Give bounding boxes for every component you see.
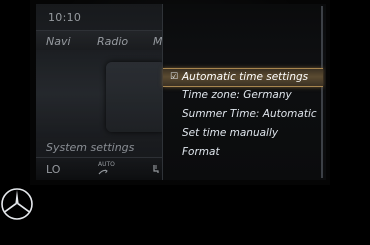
menu-item-label: Automatic time settings	[182, 71, 309, 83]
menu-item-summer-time[interactable]: Summer Time: Automatic	[163, 106, 323, 123]
temperature-left[interactable]: LO	[46, 163, 60, 176]
main-panel-dimmed: 10:10 Navi Radio M System settings LO AU…	[36, 4, 166, 180]
content-card	[106, 62, 166, 132]
menu-item-label: Format	[182, 146, 220, 158]
fan-icon[interactable]	[98, 168, 108, 179]
menu-item-set-time-manually[interactable]: Set time manually	[163, 125, 323, 142]
menu-item-label: Set time manually	[182, 127, 279, 139]
menu-item-automatic-time-settings[interactable]: ☑ Automatic time settings	[163, 68, 323, 87]
infotainment-screen: 10:10 Navi Radio M System settings LO AU…	[36, 4, 326, 180]
clock: 10:10	[48, 11, 82, 24]
seat-heat-icon[interactable]	[152, 164, 160, 177]
section-title: System settings	[46, 141, 135, 154]
nav-item-radio[interactable]: Radio	[97, 35, 128, 48]
climate-mode-label: AUTO	[98, 161, 115, 168]
checkbox-checked-icon[interactable]: ☑	[170, 69, 178, 86]
menu-item-time-zone[interactable]: Time zone: Germany	[163, 87, 323, 104]
nav-item-navi[interactable]: Navi	[46, 35, 71, 48]
time-settings-menu: ☑ Automatic time settings Time zone: Ger…	[162, 4, 326, 180]
menu-item-label: Summer Time: Automatic	[182, 108, 317, 120]
climate-bar: LO AUTO	[36, 157, 162, 180]
menu-item-format[interactable]: Format	[163, 144, 323, 161]
top-navigation: Navi Radio M	[36, 30, 163, 52]
mercedes-star-logo	[0, 187, 34, 221]
menu-item-label: Time zone: Germany	[182, 89, 292, 101]
main-content-area	[36, 50, 166, 138]
